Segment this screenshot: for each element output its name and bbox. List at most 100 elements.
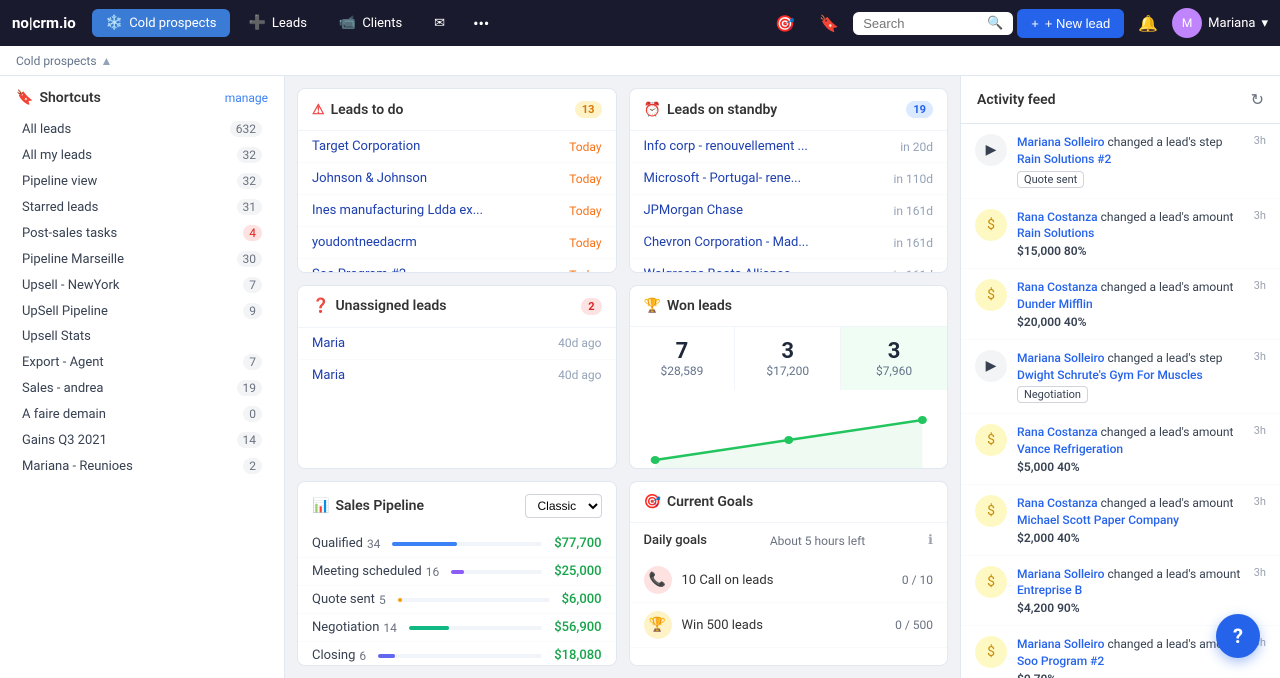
activity-user[interactable]: Mariana Solleiro bbox=[1017, 637, 1104, 651]
nav-tab-cold-label: Cold prospects bbox=[129, 16, 216, 31]
trophy-icon: 🏆 bbox=[644, 298, 661, 314]
nav-tab-leads-label: Leads bbox=[272, 16, 307, 31]
activity-user[interactable]: Rana Costanza bbox=[1017, 425, 1098, 439]
pipeline-rows: Qualified 34 $77,700 Meeting scheduled 1… bbox=[298, 530, 616, 666]
sidebar-item-sales-andrea[interactable]: Sales - andrea 19 bbox=[6, 375, 278, 401]
sidebar-item-all-my-leads[interactable]: All my leads 32 bbox=[6, 142, 278, 168]
standby-item[interactable]: Walgreens Boots Alliance in 161d bbox=[630, 259, 948, 273]
goal-item-call: 📞 10 Call on leads 0 / 10 bbox=[630, 558, 948, 603]
sidebar-item-gains-q3-2021[interactable]: Gains Q3 2021 14 bbox=[6, 427, 278, 453]
pipeline-bar-quote bbox=[398, 598, 550, 602]
sidebar-item-export-agent[interactable]: Export - Agent 7 bbox=[6, 349, 278, 375]
won-col-m1: 3 $17,200 bbox=[735, 327, 841, 390]
user-menu[interactable]: M Mariana ▾ bbox=[1172, 8, 1268, 38]
user-name: Mariana bbox=[1208, 16, 1255, 31]
sidebar-item-all-leads[interactable]: All leads 632 bbox=[6, 116, 278, 142]
activity-amount: $2,000 40% bbox=[1017, 531, 1244, 545]
activity-target[interactable]: Entreprise B bbox=[1017, 583, 1082, 597]
breadcrumb: Cold prospects ▲ bbox=[0, 46, 1280, 76]
sidebar-manage-btn[interactable]: manage bbox=[225, 91, 268, 105]
activity-user[interactable]: Mariana Solleiro bbox=[1017, 351, 1104, 365]
activity-content: Rana Costanza changed a lead's amount Ra… bbox=[1017, 209, 1244, 259]
lead-item[interactable]: Ines manufacturing Ldda ex... Today bbox=[298, 195, 616, 227]
lead-item[interactable]: Target Corporation Today bbox=[298, 131, 616, 163]
pipeline-bar-qualified bbox=[392, 542, 542, 546]
lead-item[interactable]: youdontneedacrm Today bbox=[298, 227, 616, 259]
activity-user[interactable]: Rana Costanza bbox=[1017, 496, 1098, 510]
activity-content: Mariana Solleiro changed a lead's step R… bbox=[1017, 134, 1244, 188]
nav-tab-cold-prospects[interactable]: ❄️ Cold prospects bbox=[92, 9, 231, 37]
warning-icon: ⚠ bbox=[312, 102, 325, 118]
search-input[interactable] bbox=[863, 16, 981, 31]
activity-time: 3h bbox=[1254, 134, 1266, 147]
activity-tag: Negotiation bbox=[1017, 386, 1088, 403]
won-col-m2: 7 $28,589 bbox=[630, 327, 736, 390]
activity-avatar: $ bbox=[975, 566, 1007, 598]
standby-item[interactable]: Info corp - renouvellement ... in 20d bbox=[630, 131, 948, 163]
activity-target[interactable]: Soo Program #2 bbox=[1017, 654, 1104, 668]
activity-user[interactable]: Rana Costanza bbox=[1017, 210, 1098, 224]
activity-content: Rana Costanza changed a lead's amount Va… bbox=[1017, 424, 1244, 474]
activity-target[interactable]: Michael Scott Paper Company bbox=[1017, 513, 1179, 527]
sidebar-item-upsell-pipeline[interactable]: UpSell Pipeline 9 bbox=[6, 298, 278, 324]
activity-panel: Activity feed ↻ ▶ Mariana Solleiro chang… bbox=[960, 76, 1280, 678]
activity-target[interactable]: Rain Solutions bbox=[1017, 226, 1094, 240]
activity-refresh-btn[interactable]: ↻ bbox=[1251, 90, 1264, 109]
leads-on-standby-header: ⏰ Leads on standby 19 bbox=[630, 89, 948, 131]
standby-item[interactable]: Microsoft - Portugal- rene... in 110d bbox=[630, 163, 948, 195]
sidebar-item-upsell-newyork[interactable]: Upsell - NewYork 7 bbox=[6, 272, 278, 298]
activity-content: Mariana Solleiro changed a lead's step D… bbox=[1017, 350, 1244, 404]
activity-target[interactable]: Dwight Schrute's Gym For Muscles bbox=[1017, 368, 1203, 382]
nav-tab-email[interactable]: ✉ bbox=[420, 10, 459, 37]
pipeline-bar-meeting bbox=[451, 570, 542, 574]
activity-item: $ Rana Costanza changed a lead's amount … bbox=[961, 269, 1280, 340]
activity-user[interactable]: Mariana Solleiro bbox=[1017, 567, 1104, 581]
sidebar-item-upsell-stats[interactable]: Upsell Stats bbox=[6, 324, 278, 349]
sidebar-title: 🔖 Shortcuts bbox=[16, 90, 101, 106]
nav-more-btn[interactable]: ••• bbox=[463, 8, 499, 39]
sidebar-item-post-sales-tasks[interactable]: Post-sales tasks 4 bbox=[6, 220, 278, 246]
activity-user[interactable]: Rana Costanza bbox=[1017, 280, 1098, 294]
activity-time: 3h bbox=[1254, 209, 1266, 222]
activity-avatar: $ bbox=[975, 495, 1007, 527]
bookmark-icon-btn[interactable]: 🔖 bbox=[809, 8, 849, 39]
lead-item[interactable]: Soo Program #2 Today bbox=[298, 259, 616, 273]
activity-target[interactable]: Dunder Mifflin bbox=[1017, 297, 1093, 311]
activity-target[interactable]: Rain Solutions #2 bbox=[1017, 152, 1111, 166]
help-button[interactable]: ? bbox=[1216, 614, 1260, 658]
target-icon-btn[interactable]: 🎯 bbox=[765, 8, 805, 39]
target-icon: 🎯 bbox=[644, 494, 661, 510]
new-lead-button[interactable]: + + New lead bbox=[1017, 9, 1124, 38]
current-goals-title: 🎯 Current Goals bbox=[644, 494, 754, 510]
leads-to-do-list: Target Corporation Today Johnson & Johns… bbox=[298, 131, 616, 273]
pipeline-view-select[interactable]: Classic bbox=[525, 494, 602, 518]
activity-target[interactable]: Vance Refrigeration bbox=[1017, 442, 1123, 456]
activity-feed-header: Activity feed ↻ bbox=[961, 76, 1280, 124]
nav-tab-leads[interactable]: ➕ Leads bbox=[234, 9, 320, 37]
activity-avatar: $ bbox=[975, 424, 1007, 456]
sidebar-header: 🔖 Shortcuts manage bbox=[0, 90, 284, 116]
activity-feed-title: Activity feed bbox=[977, 92, 1056, 108]
goal-call-icon: 📞 bbox=[644, 566, 672, 594]
activity-time: 3h bbox=[1254, 424, 1266, 437]
standby-item[interactable]: Chevron Corporation - Mad... in 161d bbox=[630, 227, 948, 259]
activity-item: $ Rana Costanza changed a lead's amount … bbox=[961, 199, 1280, 270]
sidebar-item-pipeline-marseille[interactable]: Pipeline Marseille 30 bbox=[6, 246, 278, 272]
sidebar-item-a-faire-demain[interactable]: A faire demain 0 bbox=[6, 401, 278, 427]
notifications-icon-btn[interactable]: 🔔 bbox=[1128, 8, 1168, 39]
activity-time: 3h bbox=[1254, 495, 1266, 508]
sidebar-item-mariana-reunioes[interactable]: Mariana - Reunioes 2 bbox=[6, 453, 278, 479]
activity-avatar: ▶ bbox=[975, 350, 1007, 382]
leads-icon: ➕ bbox=[248, 15, 265, 31]
standby-item[interactable]: JPMorgan Chase in 161d bbox=[630, 195, 948, 227]
lead-item[interactable]: Johnson & Johnson Today bbox=[298, 163, 616, 195]
sidebar-item-pipeline-view[interactable]: Pipeline view 32 bbox=[6, 168, 278, 194]
pipeline-bar-closing bbox=[378, 654, 542, 658]
unassigned-item[interactable]: Maria 40d ago bbox=[298, 360, 616, 391]
activity-user[interactable]: Mariana Solleiro bbox=[1017, 135, 1104, 149]
sidebar-item-starred-leads[interactable]: Starred leads 31 bbox=[6, 194, 278, 220]
activity-tag: Quote sent bbox=[1017, 171, 1084, 188]
unassigned-leads-list: Maria 40d ago Maria 40d ago bbox=[298, 328, 616, 391]
unassigned-item[interactable]: Maria 40d ago bbox=[298, 328, 616, 360]
nav-tab-clients[interactable]: 📹 Clients bbox=[325, 9, 416, 37]
